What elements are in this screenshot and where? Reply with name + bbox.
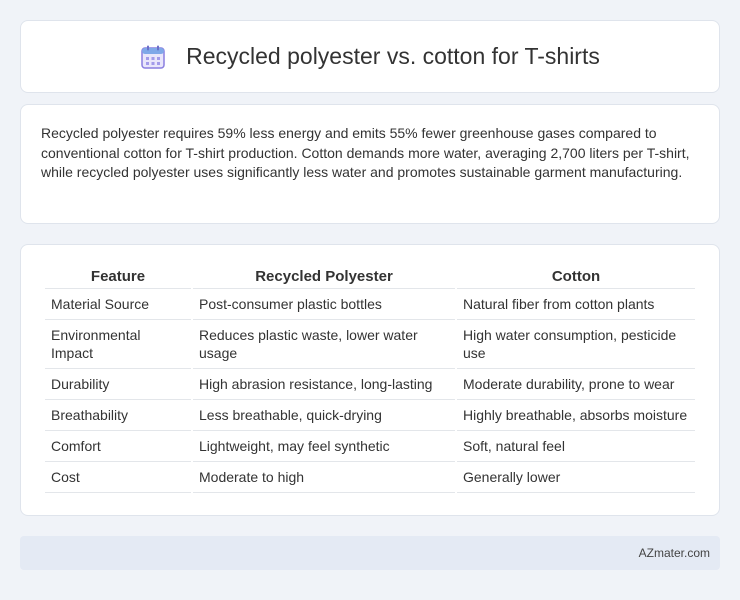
- table-row: Material Source Post-consumer plastic bo…: [45, 289, 695, 320]
- summary-text: Recycled polyester requires 59% less ene…: [41, 125, 690, 180]
- cotton-cell: Natural fiber from cotton plants: [457, 289, 695, 320]
- polyester-cell: Lightweight, may feel synthetic: [193, 431, 455, 462]
- polyester-cell: Reduces plastic waste, lower water usage: [193, 320, 455, 369]
- table-row: Durability High abrasion resistance, lon…: [45, 369, 695, 400]
- feature-cell: Comfort: [45, 431, 191, 462]
- comparison-table-card: Feature Recycled Polyester Cotton Materi…: [20, 244, 720, 516]
- cotton-cell: Generally lower: [457, 462, 695, 493]
- page-title: Recycled polyester vs. cotton for T-shir…: [186, 43, 600, 69]
- polyester-cell: High abrasion resistance, long-lasting: [193, 369, 455, 400]
- comparison-table: Feature Recycled Polyester Cotton Materi…: [43, 265, 697, 493]
- table-row: Environmental Impact Reduces plastic was…: [45, 320, 695, 369]
- feature-cell: Material Source: [45, 289, 191, 320]
- column-header-recycled-polyester: Recycled Polyester: [193, 265, 455, 289]
- feature-cell: Breathability: [45, 400, 191, 431]
- cotton-cell: Highly breathable, absorbs moisture: [457, 400, 695, 431]
- feature-cell: Durability: [45, 369, 191, 400]
- column-header-feature: Feature: [45, 265, 191, 289]
- table-header-row: Feature Recycled Polyester Cotton: [45, 265, 695, 289]
- title-card: Recycled polyester vs. cotton for T-shir…: [20, 20, 720, 93]
- footer-brand[interactable]: AZmater.com: [639, 546, 710, 560]
- cotton-cell: High water consumption, pesticide use: [457, 320, 695, 369]
- polyester-cell: Less breathable, quick-drying: [193, 400, 455, 431]
- footer-bar: AZmater.com: [20, 536, 720, 570]
- cotton-cell: Soft, natural feel: [457, 431, 695, 462]
- title-wrap: Recycled polyester vs. cotton for T-shir…: [140, 43, 600, 70]
- summary-card: Recycled polyester requires 59% less ene…: [20, 104, 720, 224]
- feature-cell: Cost: [45, 462, 191, 493]
- calendar-icon: [140, 44, 166, 70]
- table-row: Cost Moderate to high Generally lower: [45, 462, 695, 493]
- cotton-cell: Moderate durability, prone to wear: [457, 369, 695, 400]
- polyester-cell: Post-consumer plastic bottles: [193, 289, 455, 320]
- table-row: Comfort Lightweight, may feel synthetic …: [45, 431, 695, 462]
- polyester-cell: Moderate to high: [193, 462, 455, 493]
- column-header-cotton: Cotton: [457, 265, 695, 289]
- table-row: Breathability Less breathable, quick-dry…: [45, 400, 695, 431]
- feature-cell: Environmental Impact: [45, 320, 191, 369]
